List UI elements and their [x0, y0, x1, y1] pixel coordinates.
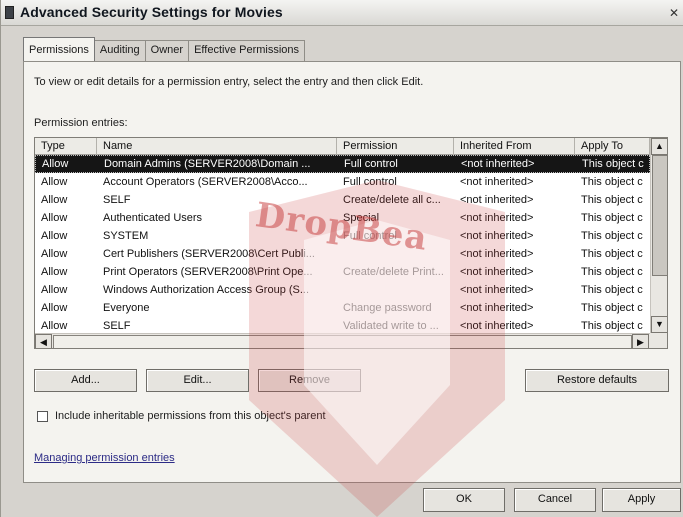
- column-permission[interactable]: Permission: [337, 138, 454, 155]
- row-inherited-from: <not inherited>: [460, 230, 534, 242]
- folder-icon: [5, 6, 14, 19]
- row-inherited-from: <not inherited>: [460, 284, 534, 296]
- vertical-scrollbar[interactable]: ▲ ▼: [650, 138, 667, 333]
- window-title: Advanced Security Settings for Movies: [20, 4, 283, 20]
- row-inherited-from: <not inherited>: [460, 194, 534, 206]
- row-name: Windows Authorization Access Group (S...: [103, 284, 310, 296]
- vertical-scroll-thumb[interactable]: [652, 155, 667, 276]
- row-apply-to: This object c: [581, 212, 643, 224]
- row-type: Allow: [41, 212, 68, 224]
- edit-button[interactable]: Edit...: [146, 369, 249, 392]
- row-type: Allow: [41, 230, 68, 242]
- scroll-down-icon[interactable]: ▼: [651, 316, 667, 333]
- row-permission: Change password: [343, 302, 432, 314]
- row-apply-to: This object c: [582, 158, 644, 170]
- row-type: Allow: [41, 320, 68, 332]
- row-inherited-from: <not inherited>: [460, 212, 534, 224]
- row-inherited-from: <not inherited>: [460, 302, 534, 314]
- row-apply-to: This object c: [581, 284, 643, 296]
- horizontal-scroll-thumb[interactable]: [53, 335, 632, 348]
- instructions-text: To view or edit details for a permission…: [34, 76, 424, 88]
- table-row[interactable]: Allow Everyone Change password <not inhe…: [35, 300, 650, 318]
- column-type[interactable]: Type: [35, 138, 97, 155]
- row-name: Print Operators (SERVER2008\Print Ope...: [103, 266, 313, 278]
- row-inherited-from: <not inherited>: [460, 320, 534, 332]
- horizontal-scrollbar[interactable]: ◀ ▶: [35, 333, 650, 348]
- row-type: Allow: [41, 266, 68, 278]
- row-apply-to: This object c: [581, 230, 643, 242]
- column-inherited-from[interactable]: Inherited From: [454, 138, 575, 155]
- cancel-button[interactable]: Cancel: [514, 488, 596, 512]
- remove-button[interactable]: Remove: [258, 369, 361, 392]
- row-inherited-from: <not inherited>: [460, 176, 534, 188]
- row-type: Allow: [41, 302, 68, 314]
- row-type: Allow: [41, 248, 68, 260]
- row-apply-to: This object c: [581, 302, 643, 314]
- scroll-left-icon[interactable]: ◀: [35, 334, 52, 348]
- row-type: Allow: [42, 158, 69, 170]
- row-apply-to: This object c: [581, 248, 643, 260]
- scroll-corner: [650, 333, 667, 348]
- row-permission: Validated write to ...: [343, 320, 439, 332]
- row-apply-to: This object c: [581, 194, 643, 206]
- row-name: Account Operators (SERVER2008\Acco...: [103, 176, 308, 188]
- table-row[interactable]: Allow SELF Validated write to ... <not i…: [35, 318, 650, 334]
- close-button[interactable]: ✕: [669, 6, 683, 20]
- row-permission: Full control: [344, 158, 398, 170]
- row-permission: Full control: [343, 176, 397, 188]
- apply-button[interactable]: Apply: [602, 488, 681, 512]
- permission-entries-label: Permission entries:: [34, 117, 128, 129]
- tab-effective-permissions[interactable]: Effective Permissions: [188, 40, 306, 61]
- row-inherited-from: <not inherited>: [460, 248, 534, 260]
- column-name[interactable]: Name: [97, 138, 337, 155]
- title-bar[interactable]: Advanced Security Settings for Movies ✕: [1, 0, 683, 26]
- tab-owner[interactable]: Owner: [144, 40, 190, 61]
- row-type: Allow: [41, 176, 68, 188]
- row-apply-to: This object c: [581, 176, 643, 188]
- row-permission: Create/delete Print...: [343, 266, 444, 278]
- table-row[interactable]: Allow Cert Publishers (SERVER2008\Cert P…: [35, 246, 650, 264]
- advanced-security-window: Advanced Security Settings for Movies ✕ …: [0, 0, 683, 517]
- table-row[interactable]: Allow Account Operators (SERVER2008\Acco…: [35, 174, 650, 192]
- row-apply-to: This object c: [581, 320, 643, 332]
- table-row[interactable]: Allow Print Operators (SERVER2008\Print …: [35, 264, 650, 282]
- row-inherited-from: <not inherited>: [460, 266, 534, 278]
- row-type: Allow: [41, 194, 68, 206]
- restore-defaults-button[interactable]: Restore defaults: [525, 369, 669, 392]
- row-inherited-from: <not inherited>: [461, 158, 535, 170]
- table-header: Type Name Permission Inherited From Appl…: [35, 138, 667, 155]
- row-name: Everyone: [103, 302, 150, 314]
- row-name: Cert Publishers (SERVER2008\Cert Publi..…: [103, 248, 315, 260]
- inherit-permissions-checkbox[interactable]: [37, 411, 48, 422]
- column-apply-to[interactable]: Apply To: [575, 138, 650, 155]
- tab-permissions[interactable]: Permissions: [23, 37, 95, 61]
- row-name: SELF: [103, 320, 131, 332]
- table-row[interactable]: Allow Domain Admins (SERVER2008\Domain .…: [35, 155, 650, 173]
- ok-button[interactable]: OK: [423, 488, 505, 512]
- row-apply-to: This object c: [581, 266, 643, 278]
- row-type: Allow: [41, 284, 68, 296]
- inherit-permissions-label[interactable]: Include inheritable permissions from thi…: [55, 410, 326, 422]
- scroll-right-icon[interactable]: ▶: [632, 334, 649, 348]
- tab-strip: Permissions Auditing Owner Effective Per…: [23, 37, 306, 61]
- managing-permission-link[interactable]: Managing permission entries: [34, 452, 175, 464]
- add-button[interactable]: Add...: [34, 369, 137, 392]
- row-name: Domain Admins (SERVER2008\Domain ...: [104, 158, 311, 170]
- scroll-up-icon[interactable]: ▲: [651, 138, 667, 155]
- row-permission: Create/delete all c...: [343, 194, 441, 206]
- row-permission: [343, 284, 453, 299]
- table-row[interactable]: Allow Windows Authorization Access Group…: [35, 282, 650, 300]
- tab-auditing[interactable]: Auditing: [93, 40, 146, 61]
